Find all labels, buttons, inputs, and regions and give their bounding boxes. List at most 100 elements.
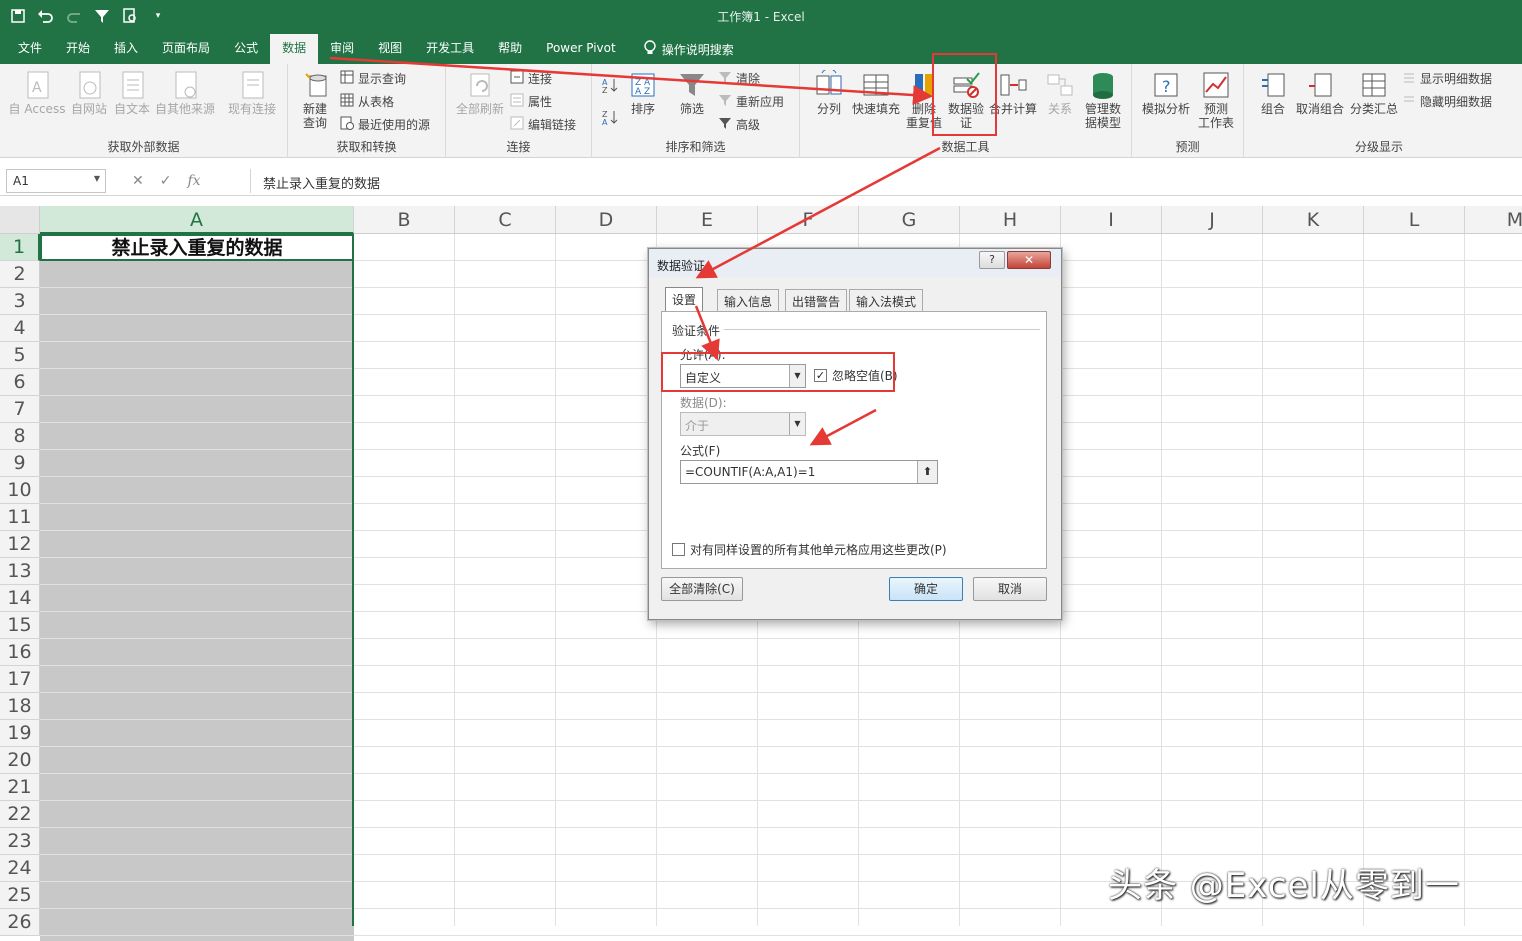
tab-page-layout[interactable]: 页面布局 <box>150 34 222 64</box>
row-header[interactable]: 14 <box>0 585 40 612</box>
apply-all-checkbox[interactable] <box>672 543 685 556</box>
column-header[interactable]: E <box>657 206 758 234</box>
row-header[interactable]: 26 <box>0 909 40 936</box>
row-header[interactable]: 1 <box>0 234 40 261</box>
row-header[interactable]: 20 <box>0 747 40 774</box>
group-button[interactable]: 组合 <box>1256 70 1290 116</box>
show-queries-button[interactable]: 显示查询 <box>340 68 406 88</box>
row-header[interactable]: 16 <box>0 639 40 666</box>
range-select-icon[interactable]: ⬆ <box>917 461 937 483</box>
forecast-sheet-button[interactable]: 预测 工作表 <box>1194 70 1238 130</box>
from-access-button[interactable]: A 自 Access <box>8 70 66 116</box>
flash-fill-button[interactable]: 快速填充 <box>850 70 902 116</box>
relationships-button[interactable]: 关系 <box>1040 70 1080 116</box>
row-header[interactable]: 23 <box>0 828 40 855</box>
row-header[interactable]: 13 <box>0 558 40 585</box>
row-header[interactable]: 2 <box>0 261 40 288</box>
tab-view[interactable]: 视图 <box>366 34 414 64</box>
row-header[interactable]: 3 <box>0 288 40 315</box>
column-header[interactable]: A <box>40 206 354 234</box>
row-header[interactable]: 7 <box>0 396 40 423</box>
from-web-button[interactable]: 自网站 <box>68 70 110 116</box>
tab-formulas[interactable]: 公式 <box>222 34 270 64</box>
tab-insert[interactable]: 插入 <box>102 34 150 64</box>
tab-ime-mode[interactable]: 输入法模式 <box>849 289 924 311</box>
cancel-icon[interactable]: ✕ <box>132 173 144 189</box>
existing-connections-button[interactable]: 现有连接 <box>224 70 280 116</box>
tab-data[interactable]: 数据 <box>270 34 319 64</box>
formula-input[interactable]: 禁止录入重复的数据 <box>250 169 1520 193</box>
column-header[interactable]: L <box>1364 206 1465 234</box>
reapply-button[interactable]: 重新应用 <box>718 91 784 111</box>
tab-help[interactable]: 帮助 <box>486 34 534 64</box>
close-icon[interactable]: ✕ <box>1007 251 1051 269</box>
column-header[interactable]: K <box>1263 206 1364 234</box>
select-all-corner[interactable] <box>0 206 40 234</box>
cancel-button[interactable]: 取消 <box>973 577 1047 601</box>
recent-sources-button[interactable]: 最近使用的源 <box>340 114 430 134</box>
column-header[interactable]: J <box>1162 206 1263 234</box>
filter-button[interactable]: 筛选 <box>674 70 710 116</box>
name-box[interactable]: A1 ▼ <box>6 169 106 193</box>
column-header[interactable]: D <box>556 206 657 234</box>
tab-file[interactable]: 文件 <box>0 34 54 64</box>
text-to-columns-button[interactable]: 分列 <box>812 68 846 116</box>
sort-za-button[interactable]: ZA <box>602 108 618 128</box>
new-query-button[interactable]: 新建 查询 <box>294 70 336 130</box>
advanced-filter-button[interactable]: 高级 <box>718 114 760 134</box>
tab-developer[interactable]: 开发工具 <box>414 34 486 64</box>
show-detail-button[interactable]: 显示明细数据 <box>1402 68 1492 88</box>
tab-review[interactable]: 审阅 <box>318 34 366 64</box>
tab-power-pivot[interactable]: Power Pivot <box>534 34 628 64</box>
column-header[interactable]: B <box>354 206 455 234</box>
row-header[interactable]: 11 <box>0 504 40 531</box>
row-header[interactable]: 22 <box>0 801 40 828</box>
edit-links-button[interactable]: 编辑链接 <box>510 114 576 134</box>
from-text-button[interactable]: 自文本 <box>112 70 152 116</box>
cell-a1[interactable]: 禁止录入重复的数据 <box>40 234 354 261</box>
row-header[interactable]: 21 <box>0 774 40 801</box>
column-header[interactable]: M <box>1465 206 1522 234</box>
formula-input-field[interactable]: =COUNTIF(A:A,A1)=1 ⬆ <box>680 460 938 484</box>
ungroup-button[interactable]: 取消组合 <box>1294 70 1346 116</box>
column-header[interactable]: H <box>960 206 1061 234</box>
from-table-button[interactable]: 从表格 <box>340 91 394 111</box>
ok-button[interactable]: 确定 <box>889 577 963 601</box>
row-header[interactable]: 4 <box>0 315 40 342</box>
row-header[interactable]: 12 <box>0 531 40 558</box>
row-header[interactable]: 25 <box>0 882 40 909</box>
tell-me-search[interactable]: 操作说明搜索 <box>628 39 734 59</box>
refresh-all-button[interactable]: 全部刷新 <box>454 70 506 116</box>
row-header[interactable]: 18 <box>0 693 40 720</box>
row-header[interactable]: 15 <box>0 612 40 639</box>
column-header[interactable]: I <box>1061 206 1162 234</box>
clear-all-button[interactable]: 全部清除(C) <box>661 577 743 601</box>
help-icon[interactable]: ? <box>979 251 1005 269</box>
tab-home[interactable]: 开始 <box>54 34 102 64</box>
clear-filter-button[interactable]: 清除 <box>718 68 760 88</box>
row-header[interactable]: 8 <box>0 423 40 450</box>
row-header[interactable]: 5 <box>0 342 40 369</box>
from-other-sources-button[interactable]: 自其他来源 <box>154 70 216 116</box>
row-header[interactable]: 9 <box>0 450 40 477</box>
row-header[interactable]: 24 <box>0 855 40 882</box>
manage-data-model-button[interactable]: 管理数 据模型 <box>1080 70 1126 130</box>
row-header[interactable]: 10 <box>0 477 40 504</box>
tab-input-message[interactable]: 输入信息 <box>717 289 780 311</box>
column-header[interactable]: F <box>758 206 859 234</box>
row-header[interactable]: 17 <box>0 666 40 693</box>
name-box-dropdown-icon[interactable]: ▼ <box>94 174 100 183</box>
tab-settings[interactable]: 设置 <box>665 287 704 312</box>
tab-error-alert[interactable]: 出错警告 <box>785 289 848 311</box>
what-if-button[interactable]: ? 模拟分析 <box>1140 70 1192 116</box>
connections-button[interactable]: 连接 <box>510 68 552 88</box>
subtotal-button[interactable]: 分类汇总 <box>1348 70 1400 116</box>
row-header[interactable]: 19 <box>0 720 40 747</box>
enter-icon[interactable]: ✓ <box>160 173 172 189</box>
hide-detail-button[interactable]: 隐藏明细数据 <box>1402 91 1492 111</box>
sort-button[interactable]: Z AA Z 排序 <box>626 70 660 116</box>
column-header[interactable]: G <box>859 206 960 234</box>
properties-button[interactable]: 属性 <box>510 91 552 111</box>
row-header[interactable]: 6 <box>0 369 40 396</box>
sort-az-button[interactable]: AZ <box>602 76 618 96</box>
